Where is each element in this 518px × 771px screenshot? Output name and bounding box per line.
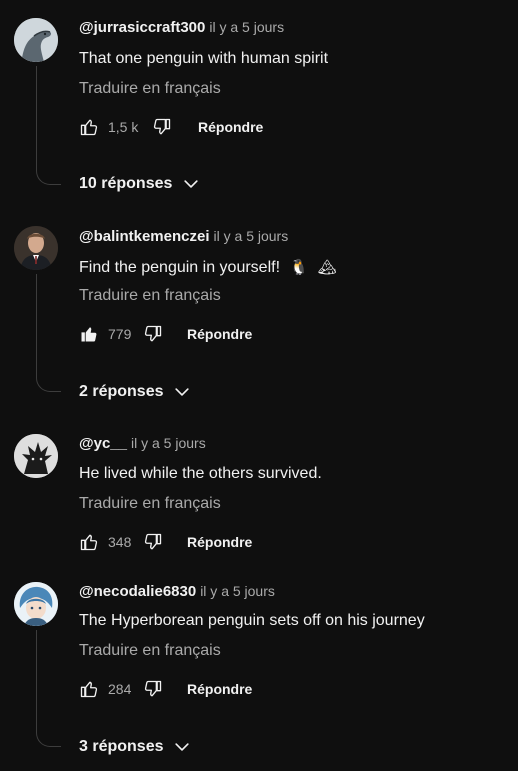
- thumbs-down-icon: [153, 118, 171, 135]
- thread-connector: [36, 274, 61, 392]
- creature-avatar-icon: [14, 434, 58, 478]
- view-replies-button[interactable]: 3 réponses: [79, 737, 192, 757]
- reply-button[interactable]: Répondre: [187, 326, 252, 342]
- like-button[interactable]: [79, 324, 99, 344]
- comment-author[interactable]: @balintkemenczei: [79, 228, 210, 245]
- thread-connector: [36, 630, 61, 747]
- dislike-button[interactable]: [143, 679, 163, 699]
- comment-timestamp[interactable]: il y a 5 jours: [209, 19, 284, 35]
- view-replies-button[interactable]: 2 réponses: [79, 382, 192, 402]
- like-button[interactable]: [79, 117, 99, 137]
- comment-timestamp[interactable]: il y a 5 jours: [200, 583, 275, 599]
- penguin-emoji: 🐧: [289, 259, 309, 276]
- like-count: 1,5 k: [108, 119, 139, 135]
- chevron-down-icon: [175, 388, 190, 396]
- dinosaur-avatar-icon: [14, 18, 58, 62]
- person-avatar-icon: [14, 226, 58, 270]
- dislike-button[interactable]: [152, 117, 172, 137]
- comment-author[interactable]: @yc__: [79, 435, 127, 452]
- comment-actions: 1,5 k Répondre: [79, 116, 263, 138]
- thumbs-up-icon: [80, 681, 98, 698]
- comment-text: He lived while the others survived.: [79, 465, 322, 482]
- thumbs-up-filled-icon: [81, 327, 97, 342]
- avatar[interactable]: [14, 18, 58, 62]
- thumbs-down-icon: [144, 325, 162, 342]
- mountain-emoji: 🏔: [317, 259, 337, 276]
- chevron-down-icon: [184, 180, 199, 188]
- avatar[interactable]: [14, 226, 58, 270]
- like-count: 284: [108, 681, 132, 697]
- dislike-button[interactable]: [143, 532, 163, 552]
- thumbs-up-icon: [80, 534, 98, 551]
- reply-button[interactable]: Répondre: [187, 681, 252, 697]
- avatar[interactable]: [14, 434, 58, 478]
- thumbs-down-icon: [144, 680, 162, 697]
- thread-connector: [36, 66, 61, 185]
- like-button[interactable]: [79, 532, 99, 552]
- dislike-button[interactable]: [143, 324, 163, 344]
- comment-text: That one penguin with human spirit: [79, 50, 329, 67]
- view-replies-button[interactable]: 10 réponses: [79, 174, 201, 194]
- comment-timestamp[interactable]: il y a 5 jours: [131, 435, 206, 451]
- comment-timestamp[interactable]: il y a 5 jours: [214, 228, 289, 244]
- replies-count-label: 3 réponses: [79, 738, 164, 755]
- translate-link[interactable]: Traduire en français: [79, 287, 221, 305]
- anime-character-avatar-icon: [14, 582, 58, 626]
- reply-button[interactable]: Répondre: [187, 534, 252, 550]
- translate-link[interactable]: Traduire en français: [79, 80, 221, 98]
- comment-actions: 348 Répondre: [79, 531, 252, 553]
- like-button[interactable]: [79, 679, 99, 699]
- comment-author[interactable]: @necodalie6830: [79, 583, 196, 600]
- chevron-down-icon: [175, 743, 190, 751]
- like-count: 779: [108, 326, 132, 342]
- comment-text: The Hyperborean penguin sets off on his …: [79, 612, 425, 629]
- comment-actions: 284 Répondre: [79, 678, 252, 700]
- comment-author[interactable]: @jurrasiccraft300: [79, 19, 205, 36]
- comment-actions: 779 Répondre: [79, 323, 252, 345]
- thumbs-down-icon: [144, 533, 162, 550]
- comment-text-content: Find the penguin in yourself!: [79, 259, 281, 276]
- replies-count-label: 2 réponses: [79, 383, 164, 400]
- reply-button[interactable]: Répondre: [198, 119, 263, 135]
- translate-link[interactable]: Traduire en français: [79, 495, 221, 513]
- like-count: 348: [108, 534, 132, 550]
- thumbs-up-icon: [80, 119, 98, 136]
- comments-section: @jurrasiccraft300 il y a 5 jours That one…: [0, 0, 518, 771]
- comment-text: Find the penguin in yourself! 🐧 🏔: [79, 258, 337, 277]
- avatar[interactable]: [14, 582, 58, 626]
- translate-link[interactable]: Traduire en français: [79, 642, 221, 660]
- replies-count-label: 10 réponses: [79, 175, 173, 192]
